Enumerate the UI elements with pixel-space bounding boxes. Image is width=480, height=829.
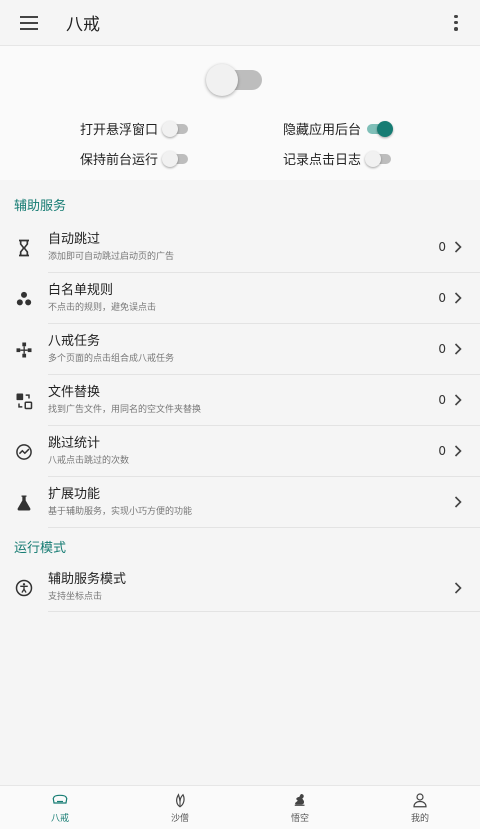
flask-icon bbox=[0, 493, 48, 513]
option-label: 保持前台运行 bbox=[80, 153, 159, 168]
item-title: 白名单规则 bbox=[48, 282, 114, 298]
app-bar: 八戒 bbox=[0, 0, 480, 46]
chevron-right-icon bbox=[450, 292, 466, 304]
item-title: 辅助服务模式 bbox=[48, 572, 127, 587]
list-item-file-replace[interactable]: 文件替换 找到广告文件，用同名的空文件夹替换 0 bbox=[0, 375, 480, 426]
hourglass-icon bbox=[0, 238, 48, 258]
switch-panel: 打开悬浮窗口 隐藏应用后台 保持前台运行 记录点击日志 bbox=[0, 46, 480, 180]
item-subtitle: 基于辅助服务，实现小巧方便的功能 bbox=[48, 506, 193, 517]
cluster-dots-icon bbox=[0, 289, 48, 309]
click-log-toggle[interactable] bbox=[365, 150, 393, 167]
nav-tab-wukong[interactable]: 悟空 bbox=[240, 786, 360, 829]
bajie-icon bbox=[52, 794, 68, 804]
item-subtitle: 不点击的规则，避免误点击 bbox=[48, 302, 157, 313]
item-count: 0 bbox=[438, 342, 446, 356]
option-label: 打开悬浮窗口 bbox=[80, 123, 159, 138]
chevron-right-icon bbox=[450, 394, 466, 406]
item-title: 跳过统计 bbox=[48, 435, 101, 451]
option-click-log: 记录点击日志 bbox=[283, 149, 393, 168]
nav-label: 悟空 bbox=[290, 814, 309, 824]
list-item-extensions[interactable]: 扩展功能 基于辅助服务，实现小巧方便的功能 bbox=[0, 477, 480, 528]
nav-tab-mine[interactable]: 我的 bbox=[360, 786, 480, 829]
item-title: 八戒任务 bbox=[48, 333, 101, 349]
nav-label: 八戒 bbox=[50, 814, 69, 824]
item-title: 文件替换 bbox=[48, 384, 101, 400]
more-options-icon[interactable] bbox=[446, 13, 466, 33]
menu-icon[interactable] bbox=[20, 15, 38, 30]
item-subtitle: 添加即可自动跳过启动页的广告 bbox=[48, 251, 175, 262]
list-item-auto-skip[interactable]: 自动跳过 添加即可自动跳过启动页的广告 0 bbox=[0, 222, 480, 273]
master-switch[interactable] bbox=[206, 64, 262, 96]
item-subtitle: 多个页面的点击组合成八戒任务 bbox=[48, 353, 175, 364]
stats-icon bbox=[0, 442, 48, 462]
bottom-navigation: 八戒 沙僧 悟空 我的 bbox=[0, 785, 480, 829]
keep-foreground-toggle[interactable] bbox=[162, 150, 190, 167]
app-title: 八戒 bbox=[66, 15, 100, 35]
master-switch-thumb bbox=[206, 64, 238, 96]
option-label: 隐藏应用后台 bbox=[283, 123, 362, 138]
person-icon bbox=[413, 793, 427, 808]
option-label: 记录点击日志 bbox=[283, 153, 362, 168]
item-subtitle: 八戒点击跳过的次数 bbox=[48, 455, 130, 466]
nav-tab-shaseng[interactable]: 沙僧 bbox=[120, 786, 240, 829]
hide-background-toggle[interactable] bbox=[365, 120, 394, 137]
nav-label: 沙僧 bbox=[170, 814, 189, 824]
item-title: 扩展功能 bbox=[48, 486, 101, 502]
chevron-right-icon bbox=[450, 343, 466, 355]
list-item-accessibility-mode[interactable]: 辅助服务模式 支持坐标点击 bbox=[0, 564, 480, 612]
accessibility-icon bbox=[0, 578, 48, 598]
list-item-skip-stats[interactable]: 跳过统计 八戒点击跳过的次数 0 bbox=[0, 426, 480, 477]
list-item-whitelist[interactable]: 白名单规则 不点击的规则，避免误点击 0 bbox=[0, 273, 480, 324]
item-count: 0 bbox=[438, 393, 446, 407]
option-hide-background: 隐藏应用后台 bbox=[283, 119, 394, 138]
leaf-icon bbox=[176, 793, 185, 808]
monkey-icon bbox=[294, 794, 305, 806]
item-count: 0 bbox=[438, 444, 446, 458]
chevron-right-icon bbox=[450, 581, 466, 594]
floating-window-toggle[interactable] bbox=[162, 120, 190, 137]
swap-icon bbox=[0, 391, 48, 411]
item-count: 0 bbox=[438, 291, 446, 305]
nav-tab-bajie[interactable]: 八戒 bbox=[0, 786, 120, 829]
item-title: 自动跳过 bbox=[48, 231, 101, 247]
nav-label: 我的 bbox=[410, 814, 429, 824]
chevron-right-icon bbox=[450, 496, 466, 508]
chevron-right-icon bbox=[450, 445, 466, 457]
item-subtitle: 找到广告文件，用同名的空文件夹替换 bbox=[48, 404, 202, 415]
section-header-mode: 运行模式 bbox=[0, 528, 480, 564]
chevron-right-icon bbox=[450, 241, 466, 253]
option-keep-foreground: 保持前台运行 bbox=[80, 149, 190, 168]
item-subtitle: 支持坐标点击 bbox=[48, 592, 103, 602]
list-item-bajie-task[interactable]: 八戒任务 多个页面的点击组合成八戒任务 0 bbox=[0, 324, 480, 375]
section-header-assist: 辅助服务 bbox=[0, 186, 480, 222]
item-count: 0 bbox=[438, 240, 446, 254]
option-floating-window: 打开悬浮窗口 bbox=[80, 119, 190, 138]
flow-icon bbox=[0, 340, 48, 360]
